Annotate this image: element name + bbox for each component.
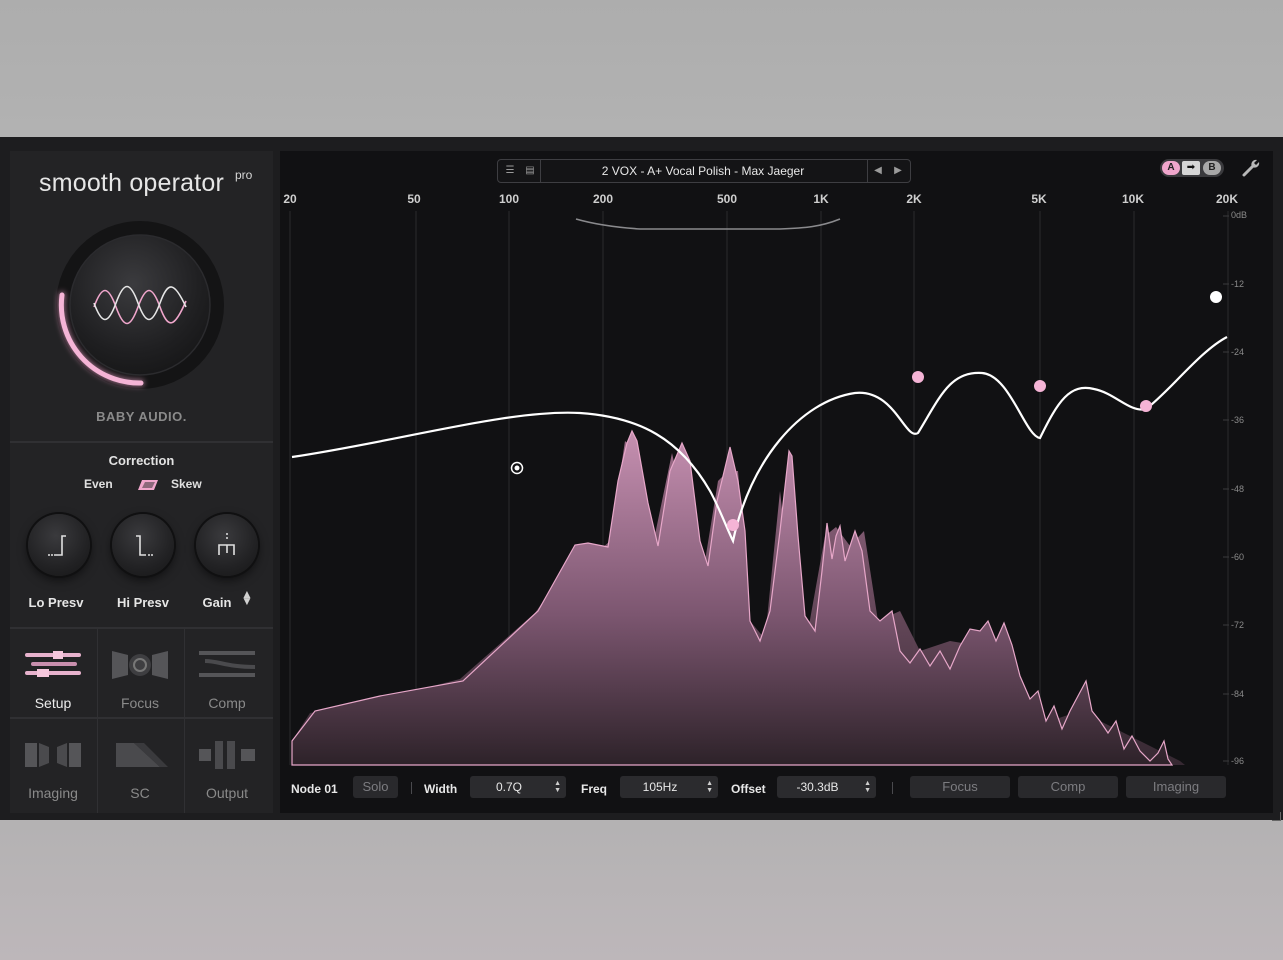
db-label: -24 (1231, 347, 1245, 357)
nav-sc[interactable]: SC (97, 719, 183, 807)
left-panel: smooth operator pro BABY AUDIO. Correcti… (10, 151, 273, 813)
freq-label: 20 (283, 192, 297, 206)
lo-presv-knob[interactable] (28, 514, 90, 576)
preset-a-button[interactable]: A (1162, 161, 1180, 175)
nav-output[interactable]: Output (184, 719, 270, 807)
sc-icon (116, 743, 168, 767)
nav-focus[interactable]: Focus (97, 629, 183, 717)
db-label: 0dB (1231, 210, 1248, 220)
correction-skew-label: Skew (171, 477, 202, 491)
product-title: smooth operator (39, 169, 225, 197)
eq-node[interactable] (1140, 400, 1152, 412)
freq-label: 50 (407, 192, 421, 206)
node-settings-bar: Node 01 Solo Width 0.7Q ▲ ▼ Freq 105Hz ▲ ▼… (280, 774, 1273, 804)
hi-presv-label: Hi Presv (116, 595, 170, 610)
gain-stepper-icon[interactable]: ▲ ▼ (241, 588, 253, 607)
offset-value: -30.3dB (796, 780, 839, 794)
imaging-node-button[interactable]: Imaging (1126, 776, 1226, 798)
preset-browser[interactable]: ☰ ▤ 2 VOX - A+ Vocal Polish - Max Jaeger… (497, 159, 911, 183)
freq-label: 100 (498, 192, 520, 206)
eq-node[interactable] (727, 519, 739, 531)
db-label: -96 (1231, 756, 1245, 766)
wrench-icon[interactable] (1240, 157, 1262, 179)
db-label: -36 (1231, 415, 1245, 425)
freq-label: 1K (813, 192, 829, 206)
separator (892, 782, 893, 794)
focus-node-button[interactable]: Focus (910, 776, 1010, 798)
offset-label: Offset (731, 782, 766, 796)
company-logo: BABY AUDIO. (96, 409, 187, 424)
nav-imaging[interactable]: Imaging (10, 719, 96, 807)
eq-curve (291, 336, 1228, 545)
output-icon (199, 741, 255, 769)
eq-graph[interactable] (280, 151, 1273, 813)
db-label: -60 (1231, 552, 1245, 562)
nav-imaging-label: Imaging (28, 785, 78, 801)
freq-label: 2K (906, 192, 922, 206)
stepper-arrows-icon[interactable]: ▲ ▼ (706, 780, 713, 794)
stepper-arrows-icon[interactable]: ▲ ▼ (864, 780, 871, 794)
freq-label: 500 (716, 192, 738, 206)
output-gain-node[interactable] (1210, 291, 1222, 303)
setup-icon (25, 651, 81, 677)
width-label: Width (424, 782, 458, 796)
nav-output-label: Output (205, 785, 249, 801)
eq-band-line (575, 218, 841, 230)
ab-compare-switch[interactable]: A ➡ B (1160, 159, 1224, 177)
db-label: -12 (1231, 279, 1245, 289)
comp-icon (199, 651, 256, 677)
gain-knob[interactable] (196, 514, 258, 576)
offset-stepper[interactable]: -30.3dB ▲ ▼ (777, 776, 876, 798)
lo-presv-label: Lo Presv (28, 595, 84, 610)
plugin-window: smooth operator pro BABY AUDIO. Correcti… (0, 137, 1283, 821)
width-value: 0.7Q (495, 780, 522, 794)
freq-label-field: Freq (581, 782, 608, 796)
freq-stepper[interactable]: 105Hz ▲ ▼ (620, 776, 718, 798)
width-stepper[interactable]: 0.7Q ▲ ▼ (470, 776, 566, 798)
freq-label: 200 (592, 192, 614, 206)
resize-handle[interactable] (1272, 812, 1281, 821)
comp-node-button[interactable]: Comp (1018, 776, 1118, 798)
hi-presv-knob[interactable] (112, 514, 174, 576)
lo-presv-icon (48, 535, 66, 556)
nav-setup[interactable]: Setup (10, 629, 96, 717)
freq-label: 10K (1121, 192, 1145, 206)
separator (411, 782, 412, 794)
nav-sc-label: SC (130, 785, 150, 801)
prev-icon[interactable]: ◀ (867, 160, 888, 182)
main-intensity-knob[interactable] (53, 215, 233, 395)
eq-display[interactable]: ☰ ▤ 2 VOX - A+ Vocal Polish - Max Jaeger… (280, 151, 1273, 813)
imaging-icon (25, 743, 81, 767)
divider (10, 441, 273, 443)
menu-icon[interactable]: ☰ (500, 160, 520, 182)
gain-icon (218, 533, 235, 555)
solo-button[interactable]: Solo (353, 776, 398, 798)
nav-comp-label: Comp (208, 695, 246, 711)
correction-slider[interactable] (138, 480, 158, 490)
db-label: -72 (1231, 620, 1245, 630)
preset-name[interactable]: 2 VOX - A+ Vocal Polish - Max Jaeger (538, 164, 868, 178)
edition-badge: pro (235, 168, 253, 182)
correction-title: Correction (108, 453, 175, 468)
focus-icon (112, 651, 168, 679)
correction-even-label: Even (84, 477, 113, 491)
stepper-arrows-icon[interactable]: ▲ ▼ (554, 780, 561, 794)
next-icon[interactable]: ▶ (888, 160, 908, 182)
nav-setup-label: Setup (34, 695, 72, 711)
nav-focus-label: Focus (120, 695, 160, 711)
db-label: -84 (1231, 689, 1245, 699)
hi-presv-icon (136, 535, 153, 556)
freq-label: 20K (1215, 192, 1239, 206)
copy-a-to-b-icon[interactable]: ➡ (1182, 161, 1200, 175)
node-name: Node 01 (291, 782, 338, 796)
eq-node-selected-dot (514, 465, 520, 471)
preset-b-button[interactable]: B (1203, 161, 1221, 175)
eq-node[interactable] (912, 371, 924, 383)
eq-node[interactable] (1034, 380, 1046, 392)
freq-label: 5K (1031, 192, 1047, 206)
db-label: -48 (1231, 484, 1245, 494)
freq-value: 105Hz (642, 780, 678, 794)
nav-comp[interactable]: Comp (184, 629, 270, 717)
